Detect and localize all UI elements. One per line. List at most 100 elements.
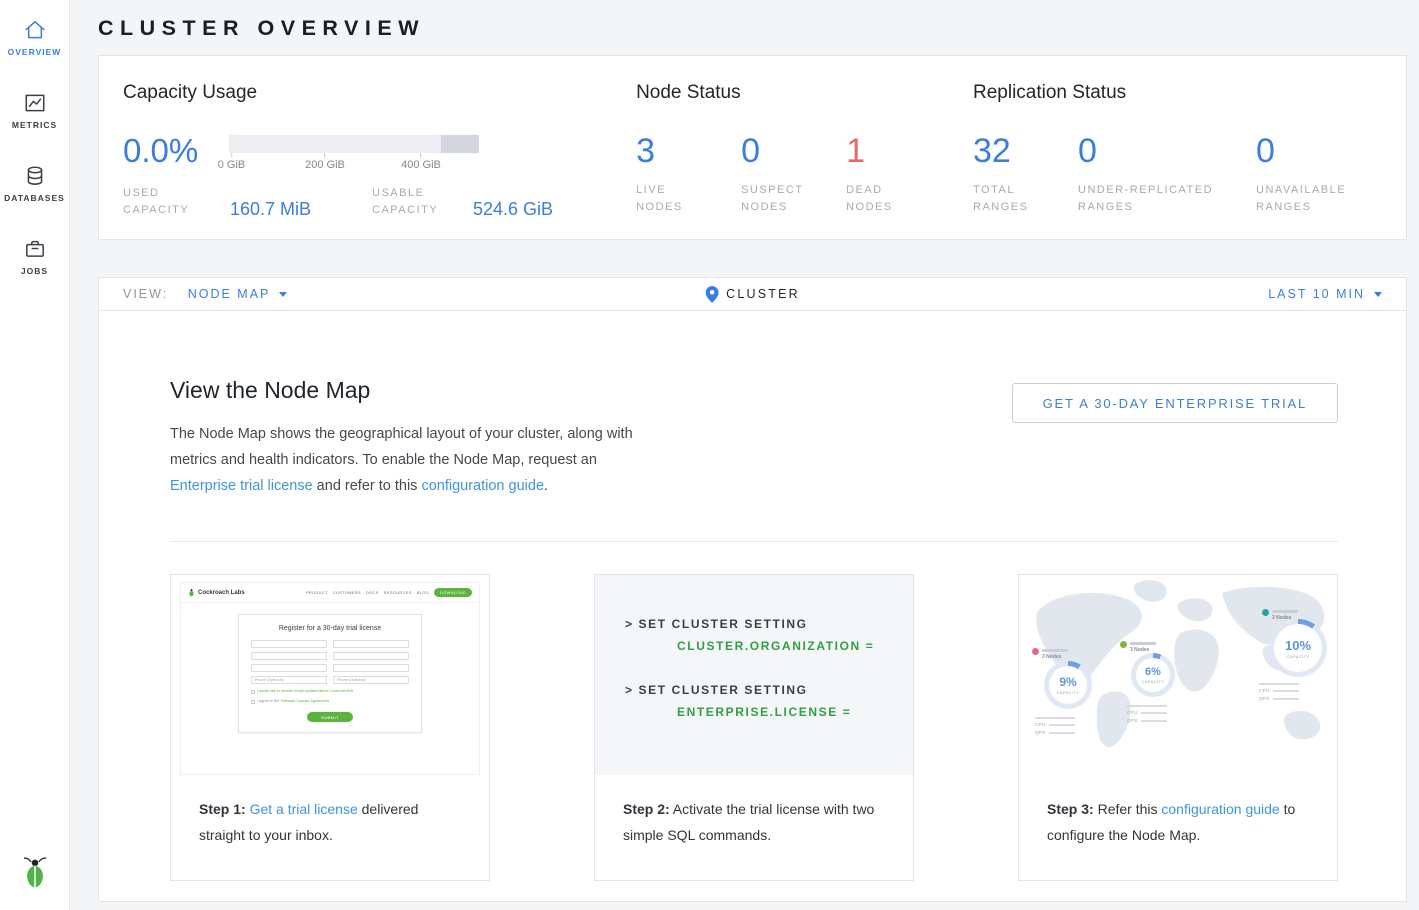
under-replicated-count: 0	[1078, 132, 1256, 170]
dead-nodes-label: DEAD NODES	[846, 182, 916, 216]
region-legend: 3 Nodes	[1120, 641, 1156, 653]
capacity-donut: 9%CAPACITY	[1044, 661, 1092, 709]
sidebar-item-label: DATABASES	[4, 193, 65, 203]
step-1-label: Step 1:	[199, 801, 246, 817]
axis-tick: 0 GiB	[218, 159, 246, 171]
home-icon	[23, 18, 47, 42]
sidebar-item-label: METRICS	[12, 120, 57, 130]
sidebar-item-metrics[interactable]: METRICS	[0, 91, 70, 130]
step-2-card: > SET CLUSTER SETTING CLUSTER.ORGANIZATI…	[594, 574, 914, 881]
mini-phone-field: Phone (Optional)	[251, 676, 327, 684]
mini-nav-item: RESOURCES	[384, 590, 412, 595]
usable-capacity-value: 524.6 GiB	[473, 199, 553, 219]
sql-prompt: >	[625, 683, 634, 697]
mini-form-field	[251, 640, 327, 648]
mini-form-field	[333, 652, 409, 660]
capacity-used-percent: 0.0%	[123, 132, 229, 175]
sql-commands-snippet: > SET CLUSTER SETTING CLUSTER.ORGANIZATI…	[595, 575, 913, 775]
capacity-bar-segment	[441, 135, 479, 153]
sql-command: SET CLUSTER SETTING	[639, 617, 808, 631]
capacity-bar	[229, 135, 479, 153]
view-dropdown-value: NODE MAP	[188, 287, 271, 301]
configuration-guide-link[interactable]: configuration guide	[1161, 801, 1279, 817]
enterprise-trial-button[interactable]: GET A 30-DAY ENTERPRISE TRIAL	[1012, 383, 1338, 423]
sidebar-item-label: JOBS	[21, 266, 48, 276]
chevron-down-icon	[279, 292, 287, 297]
node-status-title: Node Status	[636, 82, 973, 104]
used-capacity-label: USED CAPACITY	[123, 185, 213, 219]
mini-nav-item: BLOG	[417, 590, 429, 595]
sidebar-item-overview[interactable]: OVERVIEW	[0, 18, 70, 57]
database-icon	[23, 164, 47, 188]
step-2-label: Step 2:	[623, 801, 670, 817]
section-divider	[170, 541, 1338, 542]
cluster-summary-card: Capacity Usage 0.0% 0 GiB 200 GiB 400 Gi…	[98, 55, 1407, 240]
axis-tick: 400 GiB	[401, 159, 441, 171]
enterprise-trial-license-link[interactable]: Enterprise trial license	[170, 478, 313, 494]
step-2-caption: Step 2: Activate the trial license with …	[595, 775, 913, 869]
region-dot	[1120, 641, 1127, 648]
cluster-breadcrumb: CLUSTER	[705, 286, 800, 303]
step-1-card: Cockroach Labs PRODUCT CUSTOMERS DOCS RE…	[170, 574, 490, 881]
total-ranges-count: 32	[973, 132, 1078, 170]
mini-download-button: DOWNLOAD	[434, 588, 472, 597]
mini-submit-button: SUBMIT	[307, 712, 353, 722]
view-toolbar: VIEW: NODE MAP CLUSTER LAST 10 MIN	[98, 277, 1407, 311]
axis-tick: 200 GiB	[305, 159, 345, 171]
replication-status-title: Replication Status	[973, 82, 1382, 104]
node-status-section: Node Status 3 LIVE NODES 0 SUSPECT NODES…	[636, 82, 973, 239]
capacity-usage-title: Capacity Usage	[123, 82, 578, 104]
total-ranges-label: TOTAL RANGES	[973, 182, 1043, 216]
used-capacity-value: 160.7 MiB	[230, 199, 372, 219]
region-dot	[1262, 609, 1269, 616]
briefcase-icon	[23, 237, 47, 261]
region-stats: CPU QPS	[1127, 705, 1167, 723]
step-3-card: 3 Nodes 3 Nodes 3 Nodes 9%CAPACITY 6%	[1018, 574, 1338, 881]
dead-nodes-count: 1	[846, 132, 951, 170]
live-nodes-label: LIVE NODES	[636, 182, 706, 216]
cockroachdb-logo	[21, 856, 48, 894]
chart-icon	[23, 91, 47, 115]
sidebar-item-databases[interactable]: DATABASES	[0, 164, 70, 203]
view-dropdown[interactable]: NODE MAP	[188, 287, 288, 301]
sidebar: OVERVIEW METRICS DATABASES	[0, 0, 70, 910]
region-stats: CPU QPS	[1035, 717, 1075, 735]
step-1-caption: Step 1: Get a trial license delivered st…	[171, 775, 489, 869]
usable-capacity-label: USABLE CAPACITY	[372, 185, 456, 219]
mini-form-field	[251, 652, 327, 660]
mini-nav-item: CUSTOMERS	[333, 590, 361, 595]
mini-nav-item: DOCS	[366, 590, 379, 595]
mini-optin-checkbox: I would like to receive email updates ab…	[251, 689, 409, 694]
trial-registration-form: Register for a 30-day trial license Phon…	[238, 614, 422, 733]
sql-prompt: >	[625, 617, 634, 631]
sql-setting: ENTERPRISE.LICENSE =	[677, 705, 913, 719]
node-map-description: The Node Map shows the geographical layo…	[170, 421, 640, 499]
mini-form-field	[251, 664, 327, 672]
replication-status-section: Replication Status 32 TOTAL RANGES 0 UND…	[973, 82, 1382, 239]
step-3-caption: Step 3: Refer this configuration guide t…	[1019, 775, 1337, 869]
mini-site-header: Cockroach Labs PRODUCT CUSTOMERS DOCS RE…	[181, 583, 479, 603]
time-range-dropdown[interactable]: LAST 10 MIN	[1268, 287, 1382, 301]
registration-screenshot: Cockroach Labs PRODUCT CUSTOMERS DOCS RE…	[171, 575, 489, 775]
live-nodes-count: 3	[636, 132, 741, 170]
sidebar-item-label: OVERVIEW	[8, 47, 62, 57]
mini-form-title: Register for a 30-day trial license	[251, 625, 409, 632]
capacity-donut: 6%CAPACITY	[1131, 653, 1175, 697]
view-label: VIEW:	[123, 287, 168, 301]
suspect-nodes-count: 0	[741, 132, 846, 170]
mini-agree-checkbox: I agree to the Software License Agreemen…	[251, 699, 409, 704]
sidebar-item-jobs[interactable]: JOBS	[0, 237, 70, 276]
get-trial-license-link[interactable]: Get a trial license	[250, 801, 358, 817]
under-replicated-label: UNDER-REPLICATED RANGES	[1078, 182, 1238, 216]
configuration-guide-link[interactable]: configuration guide	[421, 478, 544, 494]
region-stats: CPU QPS	[1259, 683, 1299, 701]
time-range-value: LAST 10 MIN	[1268, 287, 1365, 301]
cluster-label: CLUSTER	[726, 287, 800, 301]
region-dot	[1032, 648, 1039, 655]
mini-nav-item: PRODUCT	[306, 590, 328, 595]
page-title: CLUSTER OVERVIEW	[98, 16, 1407, 46]
node-map-panel: View the Node Map The Node Map shows the…	[98, 311, 1407, 902]
sql-setting: CLUSTER.ORGANIZATION =	[677, 639, 913, 653]
capacity-donut: 10%CAPACITY	[1269, 619, 1327, 677]
capacity-usage-section: Capacity Usage 0.0% 0 GiB 200 GiB 400 Gi…	[123, 82, 578, 239]
